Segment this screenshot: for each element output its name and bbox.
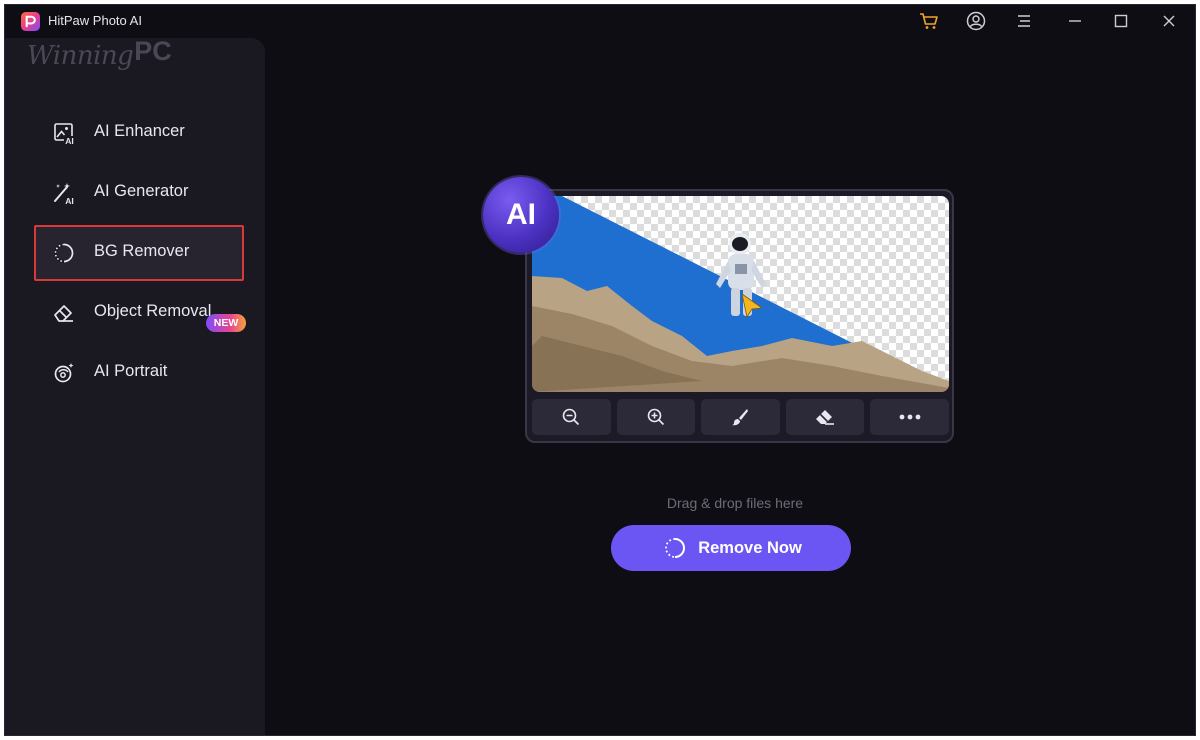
remove-now-button[interactable]: Remove Now [611, 525, 851, 571]
close-icon[interactable] [1157, 9, 1181, 33]
title-bar: HitPaw Photo AI [5, 5, 1195, 37]
menu-icon[interactable] [1012, 9, 1036, 33]
zoom-out-button[interactable] [532, 399, 611, 435]
preview-toolbar [532, 399, 949, 435]
eraser-icon [816, 410, 835, 425]
eraser-button[interactable] [785, 399, 865, 435]
new-badge: NEW [206, 314, 246, 332]
app-title: HitPaw Photo AI [48, 13, 142, 28]
ai-enhancer-icon: AI [54, 123, 76, 145]
sidebar: WinningPC AI AI Enhancer AI AI Generator [5, 36, 265, 735]
zoom-out-icon [562, 408, 580, 426]
minimize-icon[interactable] [1063, 9, 1087, 33]
sidebar-item-ai-enhancer[interactable]: AI AI Enhancer [34, 105, 244, 161]
brush-button[interactable] [701, 399, 780, 435]
preview-image [532, 196, 949, 392]
portrait-icon [54, 363, 74, 383]
maximize-icon[interactable] [1109, 9, 1133, 33]
app-logo-icon [21, 12, 40, 31]
drag-drop-hint: Drag & drop files here [666, 495, 804, 511]
sidebar-item-label: Object Removal [94, 302, 212, 320]
sidebar-item-label: AI Portrait [94, 362, 168, 380]
watermark-script: Winning [27, 41, 134, 71]
watermark-pc: PC [134, 36, 172, 66]
sidebar-item-label: AI Generator [94, 182, 189, 200]
account-icon[interactable] [964, 9, 988, 33]
bg-remover-icon [664, 537, 686, 559]
sidebar-item-label: BG Remover [94, 242, 190, 260]
eraser-icon [54, 305, 73, 322]
sidebar-item-label: AI Enhancer [94, 122, 185, 140]
magic-wand-icon: AI [54, 183, 74, 205]
brush-icon [732, 409, 749, 426]
cart-icon[interactable] [917, 9, 941, 33]
more-button[interactable] [870, 399, 949, 435]
sidebar-item-bg-remover[interactable]: BG Remover [34, 225, 244, 281]
more-icon [899, 414, 921, 420]
zoom-in-icon [647, 408, 664, 426]
sidebar-item-ai-generator[interactable]: AI AI Generator [34, 165, 244, 221]
sidebar-item-ai-portrait[interactable]: AI Portrait [34, 345, 244, 401]
zoom-in-button[interactable] [616, 399, 696, 435]
svg-text:AI: AI [65, 136, 74, 145]
svg-text:AI: AI [65, 196, 74, 205]
remove-now-label: Remove Now [698, 538, 802, 557]
app-window: HitPaw Photo AI WinningPC AI AI Enhancer… [4, 4, 1196, 736]
ai-badge: AI [483, 177, 559, 253]
preview-illustration [532, 196, 949, 392]
bg-remover-icon [54, 243, 74, 263]
sidebar-item-object-removal[interactable]: Object Removal [34, 285, 244, 341]
preview-card [525, 189, 954, 443]
watermark: WinningPC [27, 36, 172, 71]
